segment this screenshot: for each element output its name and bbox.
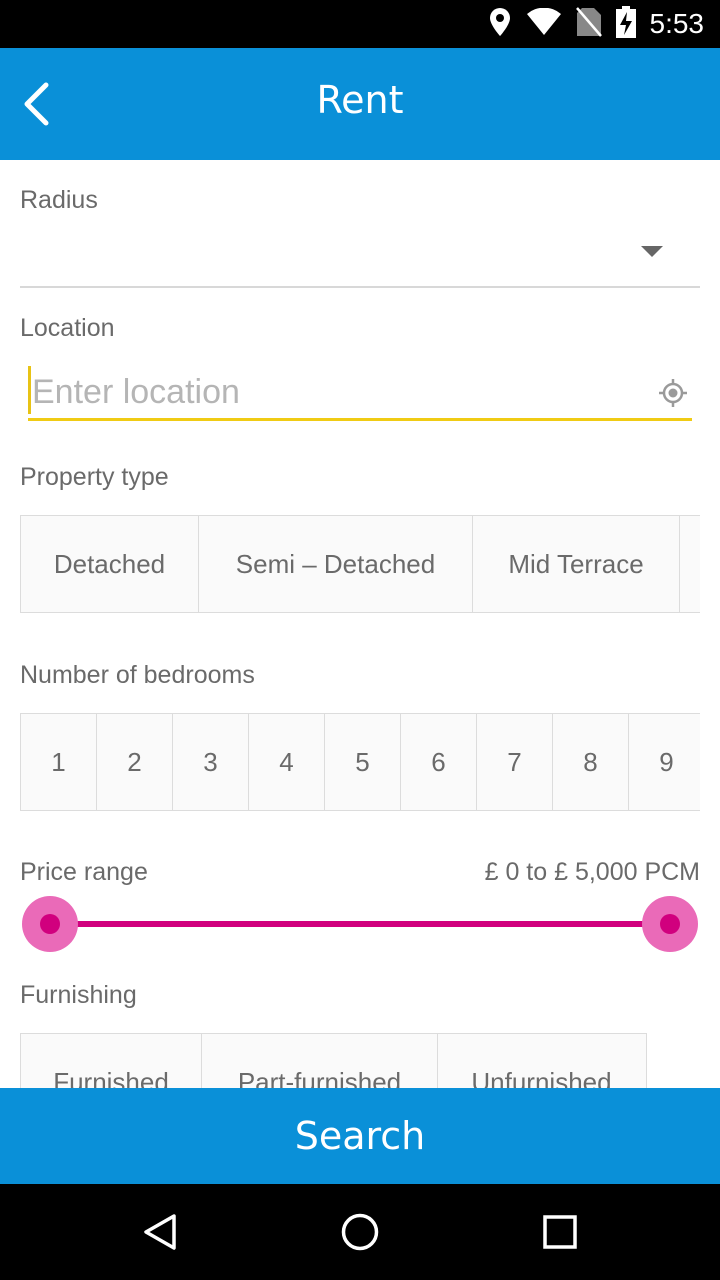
slider-thumb-max[interactable] — [642, 896, 698, 952]
bedrooms-selector: 1 2 3 4 5 6 7 8 9 — [20, 713, 700, 811]
bedroom-option[interactable]: 5 — [324, 714, 400, 810]
search-form: Radius Location Property type Detached S… — [0, 160, 720, 1088]
text-cursor — [28, 366, 31, 414]
location-underline — [28, 418, 692, 421]
slider-thumb-min[interactable] — [22, 896, 78, 952]
property-type-selector: Detached Semi – Detached Mid Terrace — [20, 515, 700, 613]
furnishing-option[interactable]: Furnished — [20, 1034, 201, 1088]
furnishing-selector: Furnished Part-furnished Unfurnished — [20, 1033, 647, 1088]
bedroom-option[interactable]: 9 — [628, 714, 700, 810]
price-range-slider[interactable] — [22, 894, 698, 954]
location-field — [28, 366, 692, 422]
bedroom-option[interactable]: 6 — [400, 714, 476, 810]
property-type-option[interactable]: Semi – Detached — [198, 516, 472, 612]
property-type-label: Property type — [20, 463, 169, 491]
bedroom-option[interactable]: 8 — [552, 714, 628, 810]
page-title: Rent — [316, 78, 404, 122]
triangle-back-icon — [144, 1214, 176, 1250]
property-type-option[interactable]: Mid Terrace — [472, 516, 679, 612]
property-type-option[interactable] — [679, 516, 700, 612]
wifi-icon — [526, 7, 562, 40]
location-input[interactable] — [28, 366, 652, 418]
price-range-value: £ 0 to £ 5,000 PCM — [484, 858, 700, 886]
nav-home-button[interactable] — [336, 1208, 384, 1256]
battery-charging-icon — [615, 6, 636, 42]
square-recents-icon — [543, 1215, 577, 1249]
furnishing-label: Furnishing — [20, 981, 137, 1009]
radius-underline — [20, 286, 700, 288]
furnishing-option[interactable]: Unfurnished — [437, 1034, 645, 1088]
no-sim-icon — [575, 7, 602, 41]
clock: 5:53 — [649, 8, 705, 39]
circle-home-icon — [341, 1213, 379, 1251]
bedroom-option[interactable]: 1 — [20, 714, 96, 810]
gps-locate-icon[interactable] — [658, 378, 688, 408]
bedrooms-label: Number of bedrooms — [20, 661, 255, 689]
system-nav-bar — [0, 1184, 720, 1280]
bedroom-option[interactable]: 4 — [248, 714, 324, 810]
bedroom-option[interactable]: 2 — [96, 714, 172, 810]
radius-label: Radius — [20, 186, 98, 214]
bedroom-option[interactable]: 3 — [172, 714, 248, 810]
location-label: Location — [20, 314, 115, 342]
furnishing-option[interactable]: Part-furnished — [201, 1034, 437, 1088]
chevron-down-icon — [641, 246, 663, 257]
bedroom-option[interactable]: 7 — [476, 714, 552, 810]
nav-recents-button[interactable] — [536, 1208, 584, 1256]
radius-dropdown[interactable] — [20, 220, 700, 286]
location-icon — [488, 7, 512, 41]
app-bar: Rent — [0, 48, 720, 160]
price-range-label: Price range — [20, 858, 148, 886]
property-type-option[interactable]: Detached — [20, 516, 198, 612]
slider-track — [52, 921, 668, 927]
status-bar: 5:53 — [0, 0, 720, 48]
nav-back-button[interactable] — [136, 1208, 184, 1256]
search-button[interactable]: Search — [0, 1088, 720, 1184]
